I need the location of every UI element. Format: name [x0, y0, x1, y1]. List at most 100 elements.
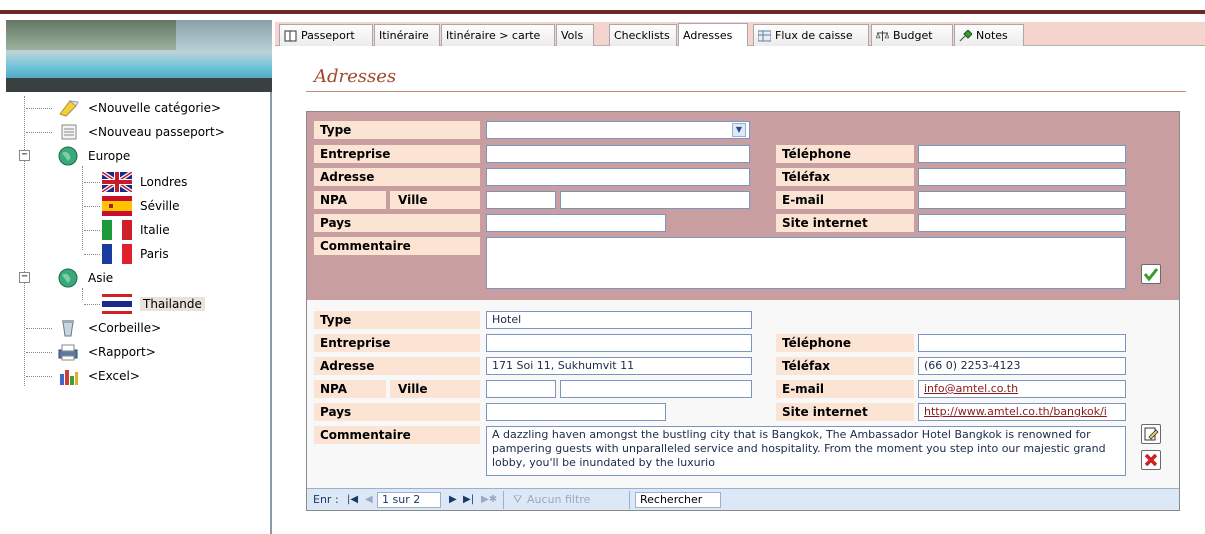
pays-field[interactable] [486, 403, 666, 421]
nav-separator [629, 491, 630, 509]
new-record-icon[interactable]: ▶✱ [481, 492, 497, 508]
new-type-select[interactable] [486, 121, 750, 139]
banner-stripe [6, 78, 272, 92]
tab-label: Adresses [683, 28, 733, 42]
ville-field[interactable] [560, 380, 752, 398]
tree-item-excel[interactable]: <Excel> [26, 364, 140, 388]
tab-label: Notes [976, 29, 1008, 42]
new-ville-field[interactable] [560, 191, 750, 209]
type-label: Type [314, 311, 480, 329]
tab-adresses[interactable]: Adresses [678, 23, 748, 46]
tree-item-label: Europe [88, 149, 131, 163]
tab-bar: Passeport Itinéraire Itinéraire > carte … [275, 22, 1205, 46]
tree-item-paris[interactable]: Paris [84, 242, 169, 266]
tree-item-corbeille[interactable]: <Corbeille> [26, 316, 161, 340]
new-telefax-field[interactable] [918, 168, 1126, 186]
new-npa-field[interactable] [486, 191, 556, 209]
filter-icon[interactable]: ⛛ [513, 492, 522, 508]
telephone-field[interactable] [918, 334, 1126, 352]
spain-flag-icon [102, 196, 132, 216]
france-flag-icon [102, 244, 132, 264]
first-record-icon[interactable]: |◀ [347, 492, 358, 508]
new-category-icon [56, 98, 80, 118]
telefax-label: Téléfax [776, 168, 914, 186]
italy-flag-icon [102, 220, 132, 240]
tab-label: Itinéraire [379, 29, 429, 42]
new-email-field[interactable] [918, 191, 1126, 209]
tree-item-londres[interactable]: Londres [84, 170, 187, 194]
new-pays-field[interactable] [486, 214, 666, 232]
uk-flag-icon [100, 170, 134, 194]
collapse-toggle-europe[interactable]: − [19, 150, 30, 161]
tree-item-label: Paris [140, 247, 169, 261]
telephone-label: Téléphone [776, 145, 914, 163]
tab-notes[interactable]: Notes [954, 24, 1024, 46]
search-input[interactable]: Rechercher [635, 492, 721, 508]
edit-button[interactable] [1141, 424, 1161, 444]
adresse-field[interactable]: 171 Soi 11, Sukhumvit 11 [486, 357, 752, 375]
commentaire-field[interactable]: A dazzling haven amongst the bustling ci… [486, 426, 1126, 476]
excel-chart-icon [56, 366, 80, 386]
new-adresse-field[interactable] [486, 168, 750, 186]
tree-item-new-category[interactable]: <Nouvelle catégorie> [26, 96, 221, 120]
tab-budget[interactable]: Budget [871, 24, 953, 46]
new-commentaire-field[interactable] [486, 237, 1126, 289]
collapse-toggle-asie[interactable]: − [19, 272, 30, 283]
chevron-down-icon[interactable]: ▼ [732, 123, 746, 137]
tab-vols[interactable]: Vols [556, 24, 594, 46]
scale-icon [875, 30, 890, 42]
tree-item-italie[interactable]: Italie [84, 218, 170, 242]
telefax-field[interactable]: (66 0) 2253-4123 [918, 357, 1126, 375]
delete-button[interactable] [1141, 450, 1161, 470]
tree-item-asie[interactable]: Asie [56, 266, 113, 290]
globe-icon [56, 146, 80, 166]
email-label: E-mail [776, 191, 914, 209]
type-field[interactable]: Hotel [486, 311, 752, 329]
tab-label: Checklists [614, 29, 670, 42]
tree-item-label: Asie [88, 271, 114, 285]
edit-icon [1144, 427, 1159, 441]
save-button[interactable] [1141, 264, 1161, 284]
commentaire-label: Commentaire [314, 426, 480, 444]
record-position-input[interactable]: 1 sur 2 [377, 492, 441, 508]
tab-itineraire[interactable]: Itinéraire [374, 24, 440, 46]
tab-checklists[interactable]: Checklists [609, 24, 677, 46]
telefax-label: Téléfax [776, 357, 914, 375]
email-link[interactable]: info@amtel.co.th [918, 380, 1126, 398]
commentaire-label: Commentaire [314, 237, 480, 255]
record-label: Enr : [313, 493, 339, 506]
tree-item-rapport[interactable]: <Rapport> [26, 340, 156, 364]
tree-item-label: Séville [140, 199, 180, 213]
tab-label: Budget [893, 29, 933, 42]
tree-item-thailande[interactable]: Thailande [84, 292, 205, 316]
pays-label: Pays [314, 403, 480, 421]
tree-item-new-passport[interactable]: <Nouveau passeport> [26, 120, 225, 144]
filter-status[interactable]: Aucun filtre [527, 492, 590, 508]
npa-field[interactable] [486, 380, 556, 398]
tree-item-seville[interactable]: Séville [84, 194, 180, 218]
tab-itineraire-carte[interactable]: Itinéraire > carte [441, 24, 555, 46]
new-entreprise-field[interactable] [486, 145, 750, 163]
tab-flux-de-caisse[interactable]: Flux de caisse [753, 24, 869, 46]
address-form: Type ▼ Entreprise Téléphone Adresse Télé… [306, 111, 1180, 511]
site-link[interactable]: http://www.amtel.co.th/bangkok/i [918, 403, 1126, 421]
new-telephone-field[interactable] [918, 145, 1126, 163]
top-accent-bar [0, 10, 1205, 14]
page-title: Adresses [314, 66, 397, 87]
previous-record-icon[interactable]: ◀ [365, 492, 373, 508]
palm-foliage [6, 20, 176, 50]
title-underline [306, 91, 1186, 92]
ville-label: Ville [390, 380, 480, 398]
tree-item-europe[interactable]: Europe [56, 144, 130, 168]
next-record-icon[interactable]: ▶ [449, 492, 457, 508]
tab-passeport[interactable]: Passeport [279, 24, 373, 46]
ville-label: Ville [390, 191, 480, 209]
entreprise-field[interactable] [486, 334, 752, 352]
site-label: Site internet [776, 403, 914, 421]
last-record-icon[interactable]: ▶| [463, 492, 474, 508]
tree-item-label: <Nouveau passeport> [88, 125, 225, 139]
email-label: E-mail [776, 380, 914, 398]
tree-guide-line [24, 96, 25, 386]
new-site-field[interactable] [918, 214, 1126, 232]
tree-item-label: Thailande [140, 297, 205, 311]
